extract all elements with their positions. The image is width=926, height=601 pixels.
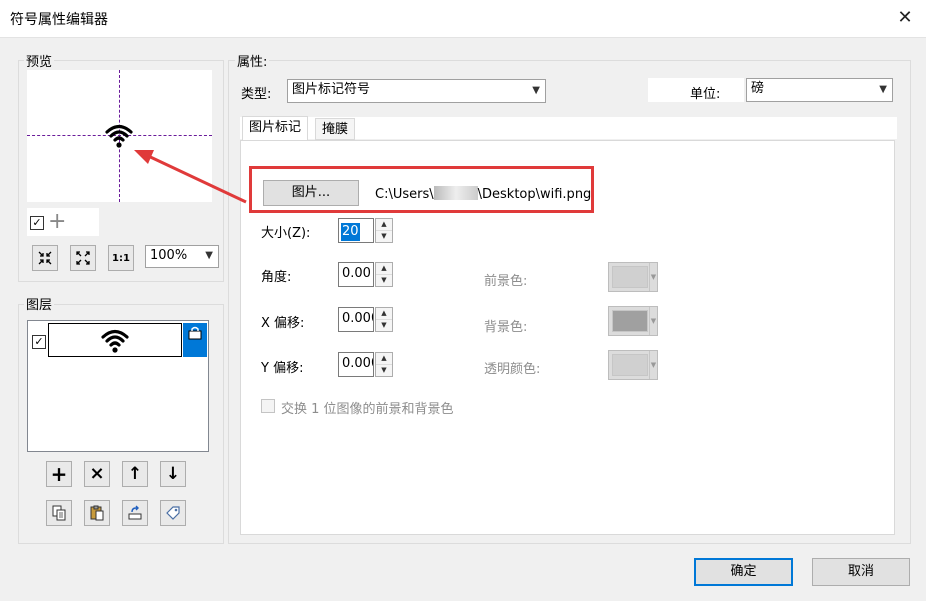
tab-picture-marker[interactable]: 图片标记	[242, 116, 309, 140]
layer-lock-toggle[interactable]	[183, 323, 207, 357]
foreground-color-picker[interactable]: ▼	[608, 262, 658, 292]
foreground-color-label: 前景色:	[484, 274, 528, 289]
foreground-color-swatch	[612, 266, 648, 288]
chevron-down-icon: ▼	[205, 250, 213, 261]
symbol-type-combo[interactable]: 图片标记符号 ▼	[287, 79, 546, 103]
transparent-color-label: 透明颜色:	[484, 362, 541, 377]
angle-stepper[interactable]: ▲ ▼	[375, 262, 393, 287]
actual-size-button[interactable]: 1:1	[108, 245, 134, 271]
unit-value: 磅	[751, 81, 765, 96]
transparent-color-swatch	[612, 354, 648, 376]
y-offset-input[interactable]: 0.000	[338, 352, 374, 377]
move-layer-up-button[interactable]: ↑	[122, 461, 148, 487]
symbol-type-value: 图片标记符号	[292, 82, 371, 97]
wifi-icon	[101, 329, 129, 353]
type-label: 类型:	[241, 87, 272, 102]
size-input[interactable]: 20	[338, 218, 374, 243]
zoom-value: 100%	[150, 248, 188, 263]
move-layer-down-button[interactable]: ↓	[160, 461, 186, 487]
redacted-username	[433, 186, 478, 200]
plus-icon[interactable]: +	[48, 210, 66, 234]
chevron-down-icon: ▼	[532, 85, 540, 96]
arrow-up-icon: ↑	[127, 464, 143, 484]
tab-mask[interactable]: 掩膜	[315, 118, 356, 140]
chevron-down-icon: ▼	[649, 307, 657, 335]
unit-label: 单位:	[690, 87, 721, 102]
properties-group-label: 属性:	[235, 51, 270, 70]
preview-group-label: 预览	[24, 51, 55, 70]
transparent-color-picker[interactable]: ▼	[608, 350, 658, 380]
background-color-swatch	[612, 310, 648, 332]
close-button[interactable]: ✕	[895, 8, 915, 28]
chevron-down-icon: ▼	[649, 263, 657, 291]
undo-icon	[128, 505, 142, 520]
x-offset-label: X 偏移:	[261, 316, 305, 331]
add-layer-button[interactable]: +	[46, 461, 72, 487]
size-label: 大小(Z):	[261, 226, 311, 241]
angle-input[interactable]: 0.00	[338, 262, 374, 287]
zoom-in-button[interactable]	[32, 245, 58, 271]
tag-layer-button[interactable]	[160, 500, 186, 526]
chevron-down-icon: ▼	[879, 84, 887, 95]
reset-layer-button[interactable]	[122, 500, 148, 526]
copy-icon	[52, 505, 66, 521]
picture-path-suffix: \Desktop\wifi.png	[477, 187, 592, 202]
x-offset-stepper[interactable]: ▲ ▼	[375, 307, 393, 332]
annotation-arrow	[134, 150, 247, 204]
paste-layer-button[interactable]	[84, 500, 110, 526]
picture-button[interactable]: 图片...	[263, 180, 359, 206]
unit-combo[interactable]: 磅 ▼	[746, 78, 893, 102]
cancel-button[interactable]: 取消	[812, 558, 910, 586]
one-to-one-icon: 1:1	[112, 252, 130, 264]
close-icon: ×	[89, 463, 105, 484]
chevron-down-icon: ▼	[649, 351, 657, 379]
layer-item[interactable]	[48, 323, 182, 357]
paste-icon	[90, 505, 104, 521]
swap-colors-label: 交换 1 位图像的前景和背景色	[281, 402, 454, 417]
picture-path: C:\Users\ \Desktop\wifi.png	[375, 186, 591, 202]
angle-label: 角度:	[261, 270, 292, 285]
y-offset-label: Y 偏移:	[261, 361, 304, 376]
show-guides-checkbox[interactable]: ✓	[30, 216, 44, 230]
expand-arrows-icon	[76, 251, 90, 265]
title-bar: 符号属性编辑器 ✕	[0, 0, 926, 38]
lock-icon	[188, 326, 202, 340]
background-color-picker[interactable]: ▼	[608, 306, 658, 336]
background-color-label: 背景色:	[484, 320, 528, 335]
zoom-out-button[interactable]	[70, 245, 96, 271]
wifi-icon	[105, 124, 133, 148]
swap-colors-checkbox[interactable]	[261, 399, 275, 413]
size-value: 20	[341, 223, 360, 241]
layer-visible-checkbox[interactable]: ✓	[32, 335, 46, 349]
shrink-arrows-icon	[38, 251, 52, 265]
layers-group-label: 图层	[24, 294, 55, 313]
plus-icon: +	[50, 462, 68, 486]
window-title: 符号属性编辑器	[10, 12, 108, 28]
delete-layer-button[interactable]: ×	[84, 461, 110, 487]
copy-layer-button[interactable]	[46, 500, 72, 526]
ok-button[interactable]: 确定	[694, 558, 793, 586]
y-offset-stepper[interactable]: ▲ ▼	[375, 352, 393, 377]
picture-path-prefix: C:\Users\	[375, 187, 434, 202]
tag-icon	[166, 506, 180, 520]
arrow-down-icon: ↓	[165, 464, 181, 484]
layers-list[interactable]: ✓	[27, 320, 209, 452]
zoom-combo[interactable]: 100% ▼	[145, 245, 219, 268]
x-offset-input[interactable]: 0.000	[338, 307, 374, 332]
size-stepper[interactable]: ▲ ▼	[375, 218, 393, 243]
